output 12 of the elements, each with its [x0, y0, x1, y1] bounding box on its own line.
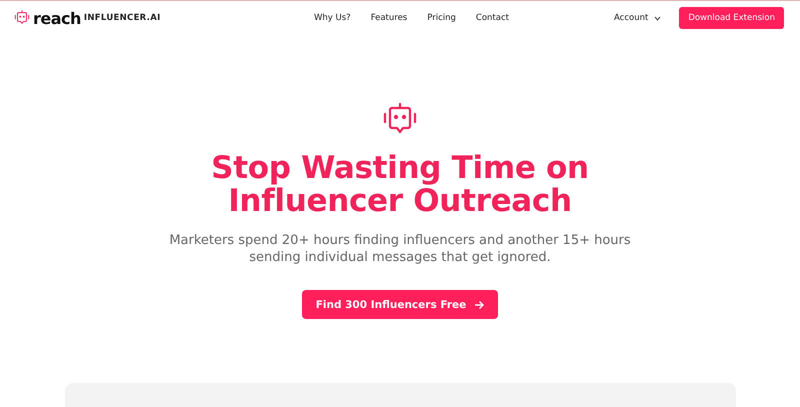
nav-link[interactable]: Features [370, 13, 408, 23]
hero-subtitle: Marketers spend 20+ hours finding influencers and another 15+ hours sending individual messages that get ignored. [168, 232, 632, 266]
logo-suffix[interactable]: INFLUENCER.AI [84, 13, 161, 23]
nav-link[interactable]: Pricing [427, 13, 456, 23]
logo-wordmark[interactable]: reach [33, 8, 81, 28]
hero-headline: Influencer Outreach [228, 185, 573, 218]
hero-headline: Stop Wasting Time on [211, 152, 589, 185]
download-button[interactable]: Download Extension [679, 7, 784, 29]
find-influencers-button[interactable]: Find 300 Influencers Free [302, 290, 498, 319]
account-menu[interactable]: Account [614, 13, 662, 23]
nav-link[interactable]: Contact [476, 13, 509, 23]
nav-link[interactable]: Why Us? [314, 13, 351, 23]
